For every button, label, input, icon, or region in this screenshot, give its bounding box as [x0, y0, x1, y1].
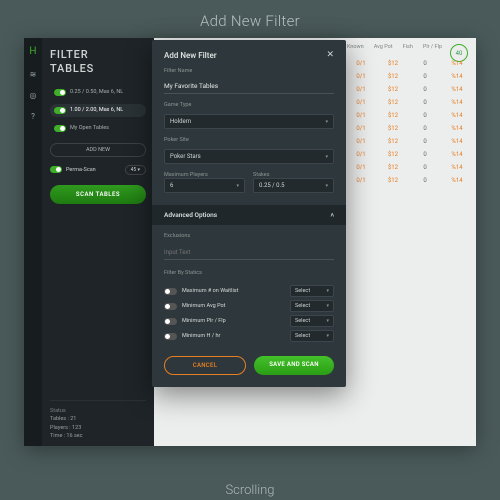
exclusions-input[interactable]	[164, 247, 334, 260]
chevron-down-icon: ▾	[236, 183, 239, 189]
stat-label: Minimum Plr / Flp	[182, 318, 285, 324]
game-type-label: Game Type	[164, 102, 334, 108]
filter-label: 0.25 / 0.50, Max 6, NL	[70, 89, 123, 95]
toggle-icon[interactable]	[50, 166, 62, 173]
range-pill[interactable]: 45 ▾	[125, 165, 146, 175]
filter-row[interactable]: My Open Tables	[50, 122, 146, 135]
sidebar: FILTERTABLES 0.25 / 0.50, Max 6, NL 1.00…	[42, 38, 154, 446]
stat-label: Maximum # on Waitlist	[182, 288, 285, 294]
perma-scan-label: Perma-Scan	[66, 167, 96, 173]
max-players-value: 6	[170, 182, 173, 189]
close-icon[interactable]: ✕	[326, 50, 334, 60]
game-type-select[interactable]: Holdem ▾	[164, 114, 334, 129]
filter-label: My Open Tables	[70, 125, 109, 131]
toggle-icon[interactable]	[54, 89, 66, 96]
stakes-value: 0.25 / 0.5	[259, 182, 284, 189]
table-header: Known Avg Pot Fish Plr / Flp	[347, 44, 442, 50]
poker-site-value: Poker Stars	[170, 153, 201, 160]
filter-label: 1.00 / 2.00, Max 6, NL	[70, 107, 123, 113]
chevron-up-icon: ˄	[330, 212, 334, 219]
filter-name-label: Filter Name	[164, 68, 334, 74]
col-known[interactable]: Known	[347, 44, 364, 50]
poker-site-label: Poker Site	[164, 137, 334, 143]
cancel-button[interactable]: CANCEL	[164, 356, 246, 375]
toggle-icon[interactable]	[164, 318, 177, 325]
filter-row[interactable]: 0.25 / 0.50, Max 6, NL	[50, 86, 146, 99]
col-avgpot[interactable]: Avg Pot	[374, 44, 393, 50]
filter-name-input[interactable]	[164, 80, 334, 94]
max-players-select[interactable]: 6 ▾	[164, 178, 245, 193]
sidebar-heading: FILTERTABLES	[50, 48, 146, 76]
status-players: Players : 123	[50, 424, 146, 432]
status-tables: Tables : 21	[50, 415, 146, 423]
target-icon[interactable]: ◎	[30, 91, 37, 100]
col-fish[interactable]: Fish	[403, 44, 413, 50]
chevron-down-icon: ▾	[325, 154, 328, 160]
toggle-icon[interactable]	[164, 303, 177, 310]
page-footer-label: Scrolling	[0, 483, 500, 498]
exclusions-label: Exclusions	[164, 233, 334, 239]
filter-list: 0.25 / 0.50, Max 6, NL 1.00 / 2.00, Max …	[50, 86, 146, 135]
status-block: Status Tables : 21 Players : 123 Time : …	[50, 400, 146, 440]
advanced-heading: Advanced Options	[164, 211, 217, 219]
stat-select[interactable]: Select▾	[290, 300, 334, 312]
stat-row: Minimum H / hr Select▾	[164, 330, 334, 342]
stat-select[interactable]: Select▾	[290, 315, 334, 327]
advanced-options-header[interactable]: Advanced Options ˄	[152, 205, 346, 225]
page-title: Add New Filter	[0, 0, 500, 38]
game-type-value: Holdem	[170, 118, 191, 125]
stakes-select[interactable]: 0.25 / 0.5 ▾	[253, 178, 334, 193]
wifi-icon[interactable]: ≋	[30, 70, 37, 79]
poker-site-select[interactable]: Poker Stars ▾	[164, 149, 334, 164]
status-heading: Status	[50, 407, 146, 415]
toggle-icon[interactable]	[54, 107, 66, 114]
save-and-scan-button[interactable]: SAVE AND SCAN	[254, 356, 334, 375]
status-time: Time : 16 sec	[50, 432, 146, 440]
help-icon[interactable]: ?	[31, 112, 35, 121]
stat-label: Minimum H / hr	[182, 333, 285, 339]
filter-by-statics-label: Filter By Statics	[164, 270, 334, 276]
chevron-down-icon: ▾	[325, 183, 328, 189]
scan-tables-button[interactable]: SCAN TABLES	[50, 185, 146, 204]
toggle-icon[interactable]	[54, 125, 66, 132]
modal-title: Add New Filter	[164, 51, 217, 60]
stat-row: Minimum Plr / Flp Select▾	[164, 315, 334, 327]
chevron-down-icon: ▾	[325, 119, 328, 125]
add-filter-modal: Add New Filter ✕ Filter Name Game Type H…	[152, 40, 346, 387]
stat-select[interactable]: Select▾	[290, 330, 334, 342]
stat-row: Minimum Avg Pot Select▾	[164, 300, 334, 312]
nav-strip: H ≋ ◎ ?	[24, 38, 42, 446]
toggle-icon[interactable]	[164, 288, 177, 295]
perma-scan-row: Perma-Scan 45 ▾	[50, 165, 146, 175]
stat-row: Maximum # on Waitlist Select▾	[164, 285, 334, 297]
filter-row[interactable]: 1.00 / 2.00, Max 6, NL	[50, 104, 146, 117]
stat-label: Minimum Avg Pot	[182, 303, 285, 309]
add-new-button[interactable]: ADD NEW	[50, 143, 146, 157]
toggle-icon[interactable]	[164, 333, 177, 340]
app-logo[interactable]: H	[27, 46, 39, 58]
stat-select[interactable]: Select▾	[290, 285, 334, 297]
col-plrflp[interactable]: Plr / Flp	[423, 44, 442, 50]
